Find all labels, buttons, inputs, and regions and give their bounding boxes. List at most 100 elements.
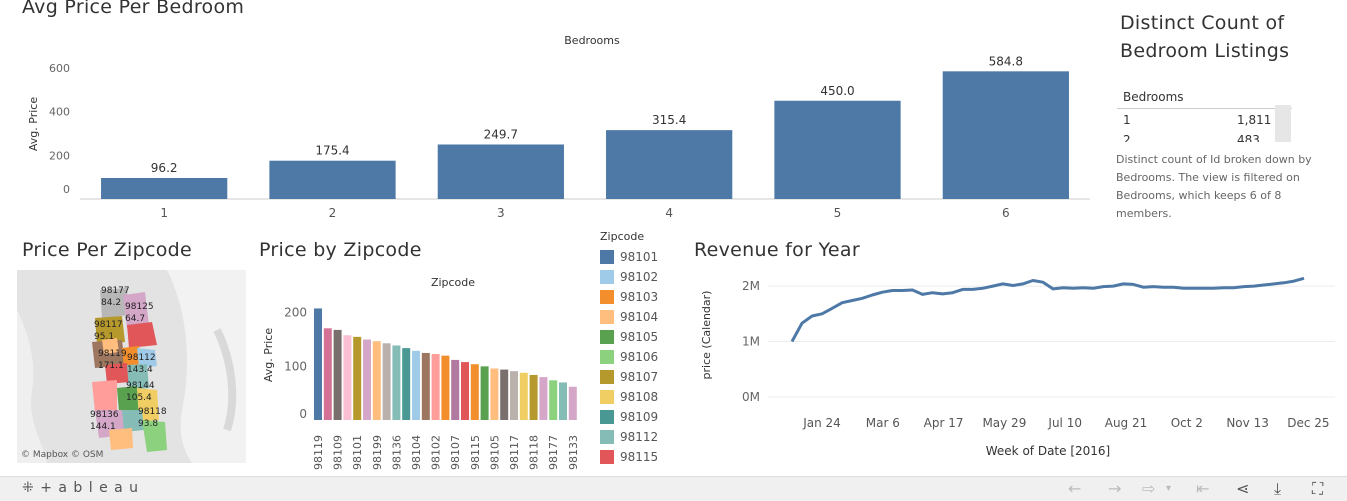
x-tick-label: Mar 6 bbox=[866, 416, 900, 430]
replay-dropdown-icon[interactable]: ▾ bbox=[1166, 483, 1171, 494]
bedroom-bar-chart: Bedrooms Avg. Price 0 200 400 600 96.2 1 175.4 2 2… bbox=[27, 34, 1090, 220]
bar bbox=[421, 352, 430, 420]
x-tick-label: May 29 bbox=[982, 416, 1026, 430]
bar bbox=[549, 380, 558, 420]
legend-item[interactable]: 98103 bbox=[600, 287, 658, 307]
undo-icon[interactable]: ← bbox=[1068, 479, 1081, 498]
redo-icon[interactable]: → bbox=[1108, 479, 1121, 498]
y-tick-label: 1M bbox=[742, 335, 760, 349]
bar-value-label: 450.0 bbox=[820, 84, 854, 98]
bar bbox=[314, 308, 322, 420]
x-tick-label: Apr 17 bbox=[924, 416, 964, 430]
x-tick-label: 98104 bbox=[410, 435, 423, 470]
zipcode-bar-chart: Zipcode Avg. Price 0 100 200 98119 98109 98101 9… bbox=[262, 276, 580, 470]
distinct-count-table[interactable]: Bedrooms 1 1,811 2 483 bbox=[1117, 90, 1292, 142]
legend-item[interactable]: 98107 bbox=[600, 367, 658, 387]
revert-icon[interactable]: ⇤ bbox=[1196, 479, 1209, 498]
x-tick-label: Jan 24 bbox=[802, 416, 841, 430]
tableau-toolbar: ⁜ + a b l e a u ← → ⇨ ▾ ⇤ ⋖ ⤓ ⛶ bbox=[0, 476, 1347, 501]
legend-item[interactable]: 98112 bbox=[600, 427, 658, 447]
legend-item[interactable]: 98102 bbox=[600, 267, 658, 287]
bar-value-label: 584.8 bbox=[989, 54, 1023, 68]
map-attribution[interactable]: © Mapbox © OSM bbox=[21, 450, 103, 460]
tableau-plus-icon: ⁜ bbox=[22, 480, 35, 496]
x-tick-label: 98119 bbox=[312, 435, 325, 470]
x-tick-label: 98117 bbox=[508, 435, 521, 470]
bar bbox=[402, 348, 411, 420]
legend-swatch bbox=[600, 450, 614, 464]
y-tick-label: 2M bbox=[742, 279, 760, 293]
y-axis-title: Avg. Price bbox=[27, 97, 40, 151]
table-scrollbar[interactable] bbox=[1275, 105, 1291, 142]
legend-swatch bbox=[600, 350, 614, 364]
legend-swatch bbox=[600, 330, 614, 344]
x-axis-title: Week of Date [2016] bbox=[986, 444, 1110, 458]
replay-icon[interactable]: ⇨ bbox=[1142, 479, 1155, 498]
map-label-98112: 98112 143.4 bbox=[127, 353, 156, 375]
zipbar-title: Price by Zipcode bbox=[259, 239, 422, 261]
legend-item[interactable]: 98101 bbox=[600, 247, 658, 267]
legend-item[interactable]: 98108 bbox=[600, 387, 658, 407]
bar-value-label: 96.2 bbox=[151, 161, 178, 175]
revenue-line-chart: price (Calendar) 0M 1M 2M Jan 24 Mar 6 Apr 17 M… bbox=[700, 276, 1335, 458]
zipcode-legend: Zipcode 98101 98102 98103 98104 98105 98106 98… bbox=[600, 230, 680, 470]
map-label-98125: 98125 64.7 bbox=[125, 302, 154, 324]
bar bbox=[437, 144, 564, 199]
legend-label: 98101 bbox=[620, 250, 659, 264]
x-tick-label: 2 bbox=[329, 206, 337, 220]
bar bbox=[353, 336, 362, 420]
y-axis-title: price (Calendar) bbox=[700, 291, 713, 380]
revenue-series-line bbox=[790, 276, 1305, 343]
share-icon[interactable]: ⋖ bbox=[1236, 479, 1249, 498]
legend-label: 98107 bbox=[620, 370, 659, 384]
legend-item[interactable]: 98106 bbox=[600, 347, 658, 367]
y-tick-label: 0M bbox=[742, 390, 760, 404]
distinct-count-title: Distinct Count of Bedroom Listings bbox=[1120, 12, 1290, 62]
bedrooms-cell: 1 bbox=[1123, 113, 1131, 127]
legend-swatch bbox=[600, 270, 614, 284]
legend-label: 98102 bbox=[620, 270, 659, 284]
x-tick-label: 98177 bbox=[547, 435, 560, 470]
bar-value-label: 249.7 bbox=[484, 127, 518, 141]
y-axis-title: Avg. Price bbox=[262, 328, 275, 382]
x-tick-label: 98105 bbox=[488, 435, 501, 470]
table-row: 2 483 bbox=[1117, 131, 1292, 142]
legend-swatch bbox=[600, 370, 614, 384]
bar-value-label: 315.4 bbox=[652, 113, 686, 127]
bar bbox=[606, 130, 733, 199]
tableau-logo[interactable]: ⁜ + a b l e a u bbox=[22, 480, 139, 496]
zipcode-map[interactable]: 98177 84.2 98125 64.7 98117 95.1 98119 171.1… bbox=[17, 270, 246, 463]
x-tick-label: 98136 bbox=[390, 435, 403, 470]
count-cell: 483 bbox=[1237, 133, 1260, 142]
x-tick-label: 98109 bbox=[332, 435, 345, 470]
legend-title: Zipcode bbox=[600, 230, 645, 243]
legend-item[interactable]: 98115 bbox=[600, 447, 658, 467]
bar bbox=[269, 160, 396, 199]
bar bbox=[559, 382, 567, 420]
legend-label: 98115 bbox=[620, 450, 659, 464]
x-tick-label: Jul 10 bbox=[1047, 416, 1082, 430]
legend-label: 98103 bbox=[620, 290, 659, 304]
distinct-count-caption: Distinct count of Id broken down by Bedr… bbox=[1116, 153, 1312, 220]
bar bbox=[333, 329, 342, 420]
x-tick-label: 4 bbox=[665, 206, 673, 220]
legend-item[interactable]: 98105 bbox=[600, 327, 658, 347]
legend-label: 98108 bbox=[620, 390, 659, 404]
x-tick-label: 98107 bbox=[449, 435, 462, 470]
bar-value-label: 175.4 bbox=[315, 144, 349, 158]
tableau-brand: + a b l e a u bbox=[40, 480, 140, 496]
x-tick-label: 3 bbox=[497, 206, 505, 220]
x-tick-label: Dec 25 bbox=[1287, 416, 1329, 430]
legend-item[interactable]: 98104 bbox=[600, 307, 658, 327]
legend-item[interactable]: 98109 bbox=[600, 407, 658, 427]
bar bbox=[101, 177, 228, 199]
bar bbox=[392, 345, 401, 420]
bar bbox=[529, 374, 538, 420]
legend-swatch bbox=[600, 250, 614, 264]
revenue-title: Revenue for Year bbox=[694, 239, 860, 261]
x-tick-label: 6 bbox=[1002, 206, 1010, 220]
fullscreen-icon[interactable]: ⛶ bbox=[1312, 479, 1323, 499]
y-tick-label: 400 bbox=[49, 106, 70, 119]
download-icon[interactable]: ⤓ bbox=[1274, 479, 1281, 499]
y-tick-label: 100 bbox=[284, 359, 307, 373]
